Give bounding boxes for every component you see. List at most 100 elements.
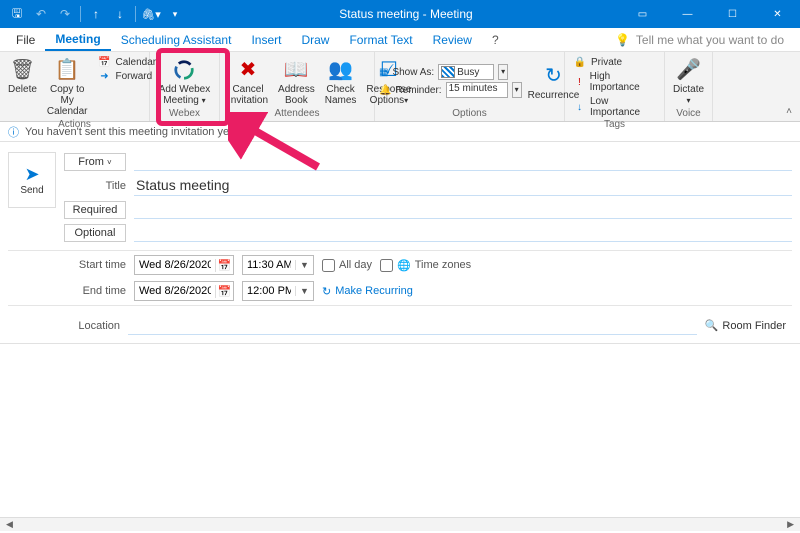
make-recurring-link[interactable]: ↻ Make Recurring (322, 285, 413, 298)
calendar-small-icon: ▦ (379, 67, 388, 78)
recurrence-icon: ↻ (322, 285, 331, 298)
undo-icon[interactable]: ↶ (30, 3, 52, 25)
attachment-icon[interactable]: 🖇▾ (140, 3, 162, 25)
window-title: Status meeting - Meeting (192, 7, 620, 21)
close-button[interactable]: ✕ (755, 0, 800, 28)
high-importance-button[interactable]: ! High Importance (569, 70, 660, 94)
maximize-button[interactable]: ☐ (710, 0, 755, 28)
menu-file[interactable]: File (6, 28, 45, 51)
start-time-input[interactable]: ▼ (242, 255, 314, 275)
calendar-picker-icon[interactable]: 📅 (215, 285, 233, 298)
chevron-down-icon: ▾ (686, 96, 690, 105)
ribbon-group-tags: 🔒 Private ! High Importance ↓ Low Import… (565, 52, 665, 121)
menu-format-text[interactable]: Format Text (339, 28, 422, 51)
start-time-label: Start time (64, 259, 126, 271)
lock-icon: 🔒 (573, 57, 587, 68)
scroll-right-icon[interactable]: ▶ (783, 519, 798, 530)
optional-field[interactable] (134, 223, 792, 242)
ribbon-display-icon[interactable]: ▭ (620, 0, 665, 28)
chevron-down-icon[interactable]: ▾ (512, 82, 522, 98)
room-finder-button[interactable]: 🔍 Room Finder (705, 319, 792, 332)
ribbon-group-voice: 🎤 Dictate▾ Voice (665, 52, 713, 121)
room-finder-icon: 🔍 (705, 319, 719, 332)
copy-to-calendar-button[interactable]: 📋 Copy to My Calendar (43, 54, 92, 119)
microphone-icon: 🎤 (676, 56, 701, 84)
from-button[interactable]: From ˅ (64, 153, 126, 171)
menu-review[interactable]: Review (423, 28, 482, 51)
meeting-body[interactable] (0, 343, 800, 533)
location-field[interactable] (128, 316, 697, 335)
menu-insert[interactable]: Insert (241, 28, 291, 51)
chevron-down-icon[interactable]: ▼ (295, 260, 313, 270)
check-names-icon: 👥 (328, 56, 353, 84)
required-field[interactable] (134, 200, 792, 219)
send-button[interactable]: ➤ Send (8, 152, 56, 208)
ribbon-group-options: ▦ Show As: Busy ▾ 🔔 Reminder: 15 minutes… (375, 52, 565, 121)
chevron-down-icon: ˅ (107, 158, 112, 167)
trash-icon: 🗑 (10, 56, 35, 84)
tell-me-placeholder: Tell me what you want to do (636, 33, 784, 47)
collapse-ribbon-icon[interactable]: ˄ (778, 102, 800, 121)
private-button[interactable]: 🔒 Private (569, 56, 660, 69)
menu-draw[interactable]: Draw (291, 28, 339, 51)
quick-access-toolbar: 🖫 ↶ ↷ ↑ ↓ 🖇▾ ▾ (0, 3, 192, 25)
ribbon-group-webex: Add Webex Meeting ▾ Webex (150, 52, 220, 121)
show-as-dropdown[interactable]: Busy (438, 64, 494, 80)
check-names-button[interactable]: 👥 Check Names (321, 54, 361, 108)
ribbon: 🗑 Delete 📋 Copy to My Calendar 📅 Calenda… (0, 52, 800, 122)
exclamation-icon: ! (573, 77, 586, 88)
menu-scheduling-assistant[interactable]: Scheduling Assistant (111, 28, 242, 51)
title-field[interactable] (134, 175, 792, 196)
address-book-button[interactable]: 📖 Address Book (274, 54, 319, 108)
menu-meeting[interactable]: Meeting (45, 28, 110, 51)
add-webex-meeting-button[interactable]: Add Webex Meeting ▾ (155, 54, 215, 108)
redo-icon[interactable]: ↷ (54, 3, 76, 25)
calendar-picker-icon[interactable]: 📅 (215, 259, 233, 272)
all-day-checkbox[interactable]: All day (322, 259, 372, 272)
send-icon: ➤ (24, 164, 39, 185)
next-item-icon[interactable]: ↓ (109, 3, 131, 25)
lightbulb-icon: 💡 (615, 33, 630, 47)
menu-bar: File Meeting Scheduling Assistant Insert… (0, 28, 800, 52)
calendar-copy-icon: 📋 (55, 56, 80, 84)
bell-icon: 🔔 (379, 85, 391, 96)
end-time-input[interactable]: ▼ (242, 281, 314, 301)
show-as-label: Show As: (392, 67, 434, 78)
start-date-input[interactable]: 📅 (134, 255, 234, 275)
down-arrow-icon: ↓ (573, 102, 586, 113)
ribbon-group-actions: 🗑 Delete 📋 Copy to My Calendar 📅 Calenda… (0, 52, 150, 121)
minimize-button[interactable]: — (665, 0, 710, 28)
qat-customize-icon[interactable]: ▾ (164, 3, 186, 25)
optional-button[interactable]: Optional (64, 224, 126, 242)
prev-item-icon[interactable]: ↑ (85, 3, 107, 25)
meeting-form: ➤ Send From ˅ Title Required Optional (0, 142, 800, 246)
menu-help-icon[interactable]: ? (482, 28, 509, 51)
title-bar: 🖫 ↶ ↷ ↑ ↓ 🖇▾ ▾ Status meeting - Meeting … (0, 0, 800, 28)
time-zones-checkbox[interactable]: 🌐 Time zones (380, 259, 471, 272)
location-row: Location 🔍 Room Finder (0, 310, 800, 343)
chevron-down-icon[interactable]: ▾ (498, 64, 508, 80)
calendar-icon: 📅 (98, 57, 112, 68)
reminder-dropdown[interactable]: 15 minutes (446, 82, 508, 98)
from-field[interactable] (134, 152, 792, 171)
chevron-down-icon[interactable]: ▼ (295, 286, 313, 296)
reminder-label: Reminder: (395, 85, 441, 96)
window-buttons: ▭ — ☐ ✕ (620, 0, 800, 28)
delete-button[interactable]: 🗑 Delete (4, 54, 41, 97)
forward-icon: ➜ (98, 71, 112, 82)
globe-icon: 🌐 (397, 259, 411, 272)
required-button[interactable]: Required (64, 201, 126, 219)
chevron-down-icon: ▾ (202, 96, 206, 105)
location-label: Location (8, 320, 120, 332)
tell-me-search[interactable]: 💡 Tell me what you want to do (605, 28, 794, 51)
dictate-button[interactable]: 🎤 Dictate▾ (669, 54, 708, 108)
horizontal-scrollbar[interactable]: ◀ ▶ (0, 517, 800, 531)
cancel-icon: ✖ (240, 56, 257, 84)
cancel-invitation-button[interactable]: ✖ Cancel Invitation (224, 54, 272, 108)
scroll-left-icon[interactable]: ◀ (2, 519, 17, 530)
save-icon[interactable]: 🖫 (6, 3, 28, 25)
address-book-icon: 📖 (284, 56, 309, 84)
end-time-label: End time (64, 285, 126, 297)
low-importance-button[interactable]: ↓ Low Importance (569, 95, 660, 119)
end-date-input[interactable]: 📅 (134, 281, 234, 301)
